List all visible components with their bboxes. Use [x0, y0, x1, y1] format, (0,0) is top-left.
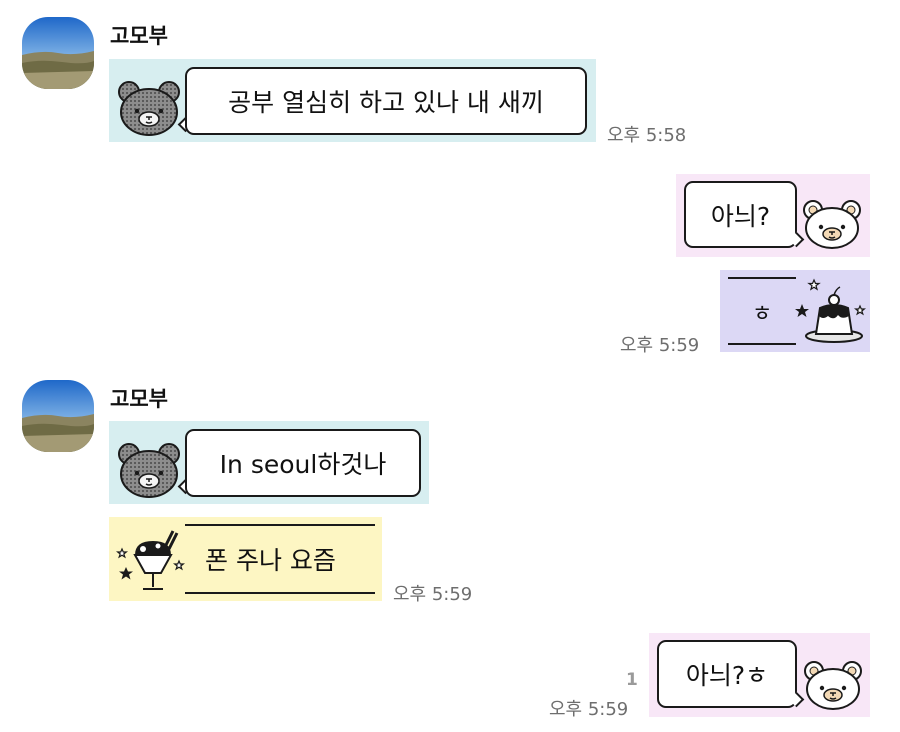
message-bubble-received[interactable]: 폰 주나 요즘 — [109, 517, 382, 601]
divider-line — [185, 592, 375, 594]
message-text: 아늬? — [684, 181, 797, 248]
parfait-sticker-icon — [115, 530, 185, 590]
sender-avatar[interactable] — [22, 17, 94, 89]
message-time: 오후 5:59 — [620, 335, 700, 356]
message-text: ㅎ — [752, 302, 773, 327]
grey-bear-sticker-icon — [118, 443, 180, 498]
message-bubble-sent[interactable]: 아늬?ㅎ — [649, 633, 870, 717]
message-time: 오후 5:59 — [393, 584, 473, 605]
divider-line — [728, 343, 796, 345]
message-text: 아늬?ㅎ — [657, 640, 797, 708]
white-bear-sticker-icon — [804, 661, 862, 710]
message-text: 공부 열심히 하고 있나 내 새끼 — [185, 67, 587, 135]
message-time: 오후 5:59 — [549, 699, 629, 720]
sender-avatar[interactable] — [22, 380, 94, 452]
message-time: 오후 5:58 — [607, 125, 687, 146]
white-bear-sticker-icon — [803, 200, 861, 249]
message-text: 폰 주나 요즘 — [205, 546, 336, 575]
divider-line — [185, 524, 375, 526]
message-bubble-received[interactable]: In seoul하것나 — [109, 421, 429, 504]
sender-name: 고모부 — [110, 387, 168, 411]
grey-bear-sticker-icon — [118, 81, 180, 136]
sender-name: 고모부 — [110, 24, 168, 48]
divider-line — [728, 277, 796, 279]
message-bubble-sent[interactable]: 아늬? — [676, 174, 870, 257]
message-bubble-sent[interactable]: ㅎ — [720, 270, 870, 352]
unread-count: 1 — [626, 670, 638, 690]
message-text: In seoul하것나 — [185, 429, 421, 497]
pudding-sticker-icon — [795, 278, 867, 343]
message-bubble-received[interactable]: 공부 열심히 하고 있나 내 새끼 — [109, 59, 596, 142]
